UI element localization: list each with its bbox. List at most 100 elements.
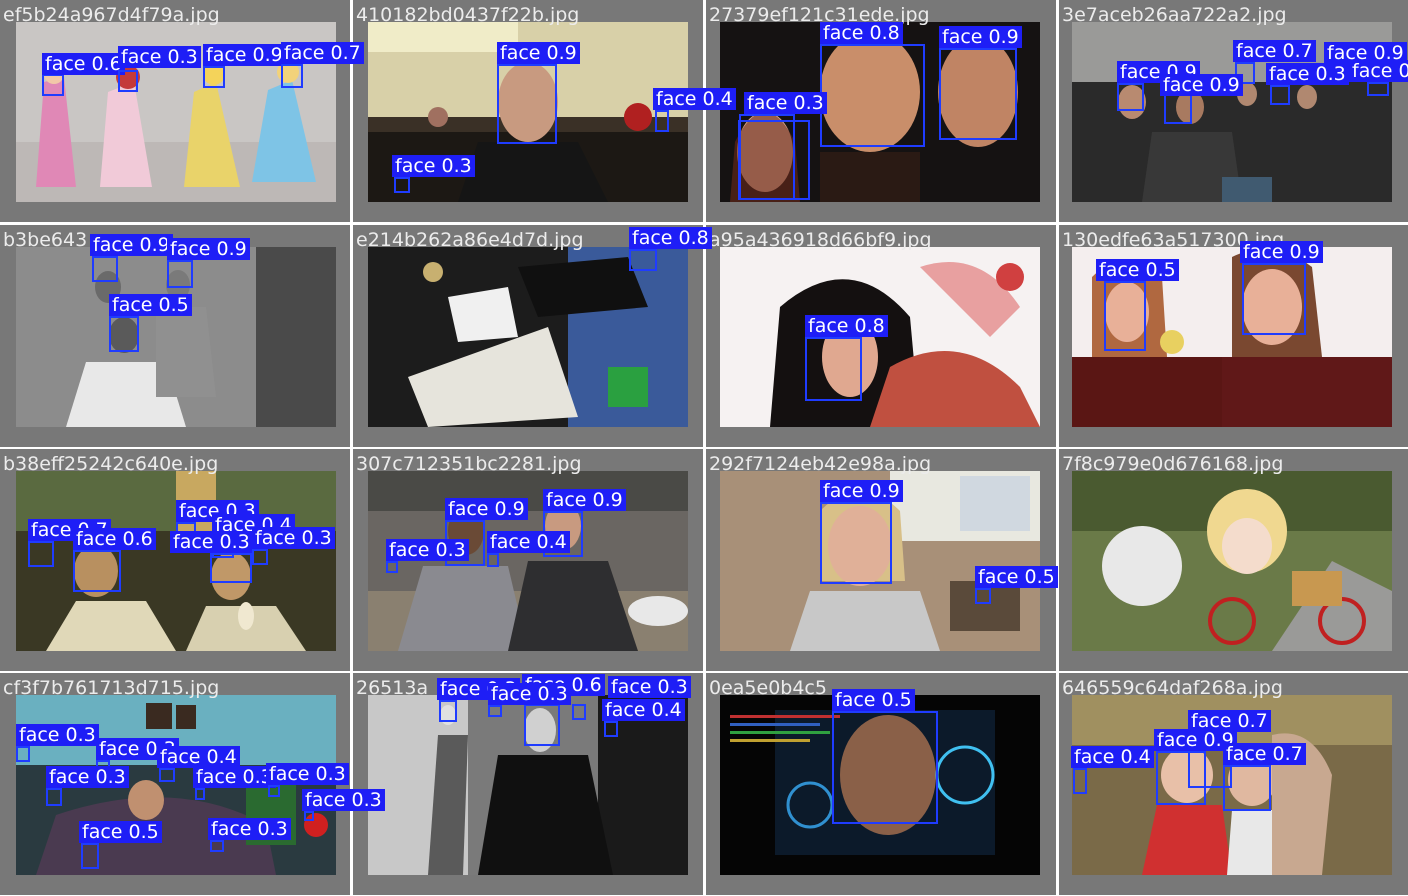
photo-bar [16,471,336,651]
detection-label: face 0.8 [629,227,712,249]
bounding-box [16,746,30,762]
detection-label: face 0.8 [805,315,888,337]
detection-label: face 0.6 [42,53,125,75]
detection-label: face 0.9 [939,26,1022,48]
bounding-box [1073,768,1087,794]
detection-label: face 0.7 [1233,40,1316,62]
detection-label: face 0.3 [46,766,129,788]
bounding-box [1117,83,1144,111]
filename: 26513a [356,677,429,699]
detection-label: face 0.5 [1096,259,1179,281]
detection-label: face 0.7 [281,42,364,64]
bounding-box [738,120,810,200]
detection-label: face 0.9 [497,42,580,64]
detection-label: face 0.9 [820,480,903,502]
bounding-box [1223,765,1271,811]
detection-label: face 0.6 [73,528,156,550]
bounding-box [159,768,175,782]
photo-desk [368,247,688,427]
bounding-box [195,788,205,800]
bounding-box [46,788,62,806]
detection-label: face 0.7 [1349,60,1408,82]
detection-label: face 0.9 [1240,241,1323,263]
filename: 410182bd0437f22b.jpg [356,4,580,26]
bounding-box [210,840,224,852]
filename: 646559c64daf268a.jpg [1062,677,1283,699]
bounding-box [820,44,925,147]
bounding-box [1367,82,1389,96]
bounding-box [167,260,193,288]
bounding-box [497,64,557,144]
detection-label: face 0.3 [386,539,469,561]
bounding-box [439,700,457,722]
bounding-box [1270,85,1290,105]
bounding-box [203,66,225,88]
bounding-box [268,785,280,797]
detection-label: face 0.3 [302,789,385,811]
bounding-box [820,502,892,584]
bounding-box [832,711,938,824]
bounding-box [604,721,618,737]
detection-label: face 0.3 [252,527,335,549]
bounding-box [629,249,657,271]
bounding-box [210,553,252,583]
filename: a95a436918d66bf9.jpg [709,229,932,251]
detection-label: face 0.5 [79,821,162,843]
grid-cell[interactable]: 3e7aceb26aa722a2.jpg [1059,0,1408,222]
detection-label: face 0.7 [1223,743,1306,765]
bounding-box [281,64,303,88]
detection-label: face 0.9 [543,489,626,511]
detection-label: face 0.3 [1266,63,1349,85]
detection-label: face 0.5 [975,566,1058,588]
grid-cell[interactable]: ef5b24a967d4f79a.jpg [0,0,350,222]
detection-label: face 0.3 [170,531,253,553]
bounding-box [81,843,99,869]
filename: 0ea5e0b4c5 [709,677,827,699]
detection-label: face 0.9 [90,234,173,256]
detection-label: face 0.3 [118,46,201,68]
detection-label: face 0.9 [1160,74,1243,96]
detection-label: face 0.4 [487,531,570,553]
detection-label: face 0.8 [820,22,903,44]
bounding-box [939,48,1017,140]
detection-label: face 0.4 [653,88,736,110]
detection-label: face 0.5 [109,294,192,316]
filename: 292f7124eb42e98a.jpg [709,453,932,475]
bounding-box [655,110,669,132]
filename: 7f8c979e0d676168.jpg [1062,453,1284,475]
detection-label: face 0.4 [157,746,240,768]
bounding-box [805,337,862,401]
filename: 307c712351bc2281.jpg [356,453,582,475]
bounding-box [975,588,991,604]
bounding-box [524,704,560,746]
grid-cell[interactable]: 7f8c979e0d676168.jpg [1059,449,1408,671]
bounding-box [488,705,502,717]
filename: cf3f7b761713d715.jpg [3,677,220,699]
bounding-box [1156,751,1206,805]
bounding-box [109,316,139,352]
bounding-box [1164,92,1192,124]
filename: b38eff25242c640e.jpg [3,453,219,475]
filename: b3be643 [3,229,88,251]
bounding-box [42,74,64,96]
bounding-box [572,704,586,720]
bounding-box [394,177,410,193]
detection-label: face 0.3 [16,724,99,746]
detection-label: face 0.9 [445,498,528,520]
detection-label: face 0.9 [203,44,286,66]
filename: e214b262a86e4d7d.jpg [356,229,584,251]
detection-label: face 0.4 [1071,746,1154,768]
bounding-box [252,549,268,565]
bounding-box [1242,263,1306,335]
bounding-box [487,553,499,567]
detection-label: face 0.3 [392,155,475,177]
detection-label: face 0.4 [602,699,685,721]
bounding-box [118,70,138,92]
bounding-box [1104,281,1146,351]
bounding-box [28,541,54,567]
detection-label: face 0.3 [488,683,571,705]
filename: 3e7aceb26aa722a2.jpg [1062,4,1287,26]
detection-label: face 0.3 [744,92,827,114]
detection-label: face 0.3 [208,818,291,840]
detection-label: face 0.9 [167,238,250,260]
